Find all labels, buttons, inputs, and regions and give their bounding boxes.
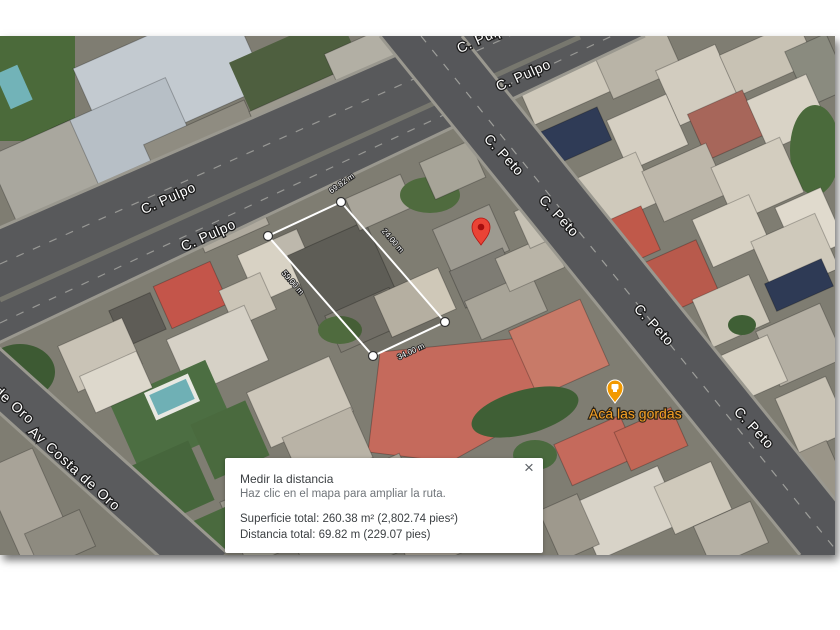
measure-distance-panel: Medir la distancia Haz clic en el mapa p… <box>225 458 543 553</box>
panel-title: Medir la distancia <box>240 472 334 486</box>
total-area-readout: Superficie total: 260.38 m² (2,802.74 pi… <box>240 513 458 525</box>
measure-vertex-handle[interactable] <box>367 350 379 362</box>
measure-vertex-handle[interactable] <box>335 196 347 208</box>
close-icon[interactable]: × <box>520 458 538 478</box>
measure-vertex-handle[interactable] <box>439 316 451 328</box>
panel-hint: Haz clic en el mapa para ampliar la ruta… <box>240 488 446 500</box>
poi-label[interactable]: Acá las gordas <box>588 405 683 423</box>
total-distance-readout: Distancia total: 69.82 m (229.07 pies) <box>240 529 431 541</box>
measure-vertex-handle[interactable] <box>262 230 274 242</box>
tree <box>728 315 756 335</box>
